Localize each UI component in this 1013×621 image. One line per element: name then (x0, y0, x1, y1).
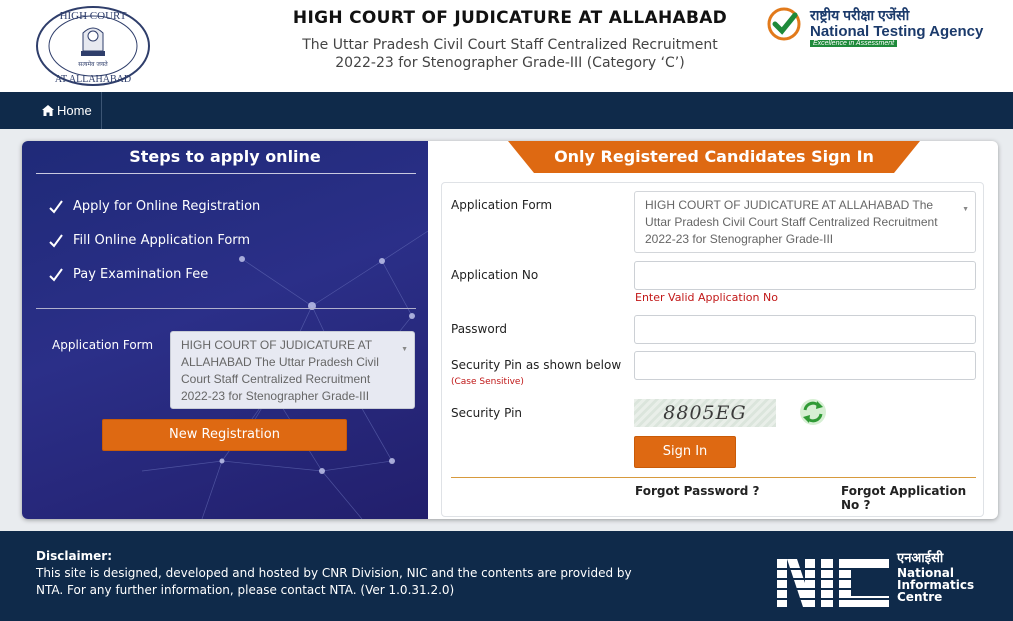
application-form-select-value: HIGH COURT OF JUDICATURE AT ALLAHABAD Th… (181, 338, 379, 403)
application-no-error: Enter Valid Application No (635, 291, 778, 304)
nta-check-icon (767, 7, 801, 41)
steps-panel: Steps to apply online Apply for Online R… (22, 141, 428, 519)
refresh-captcha-icon[interactable] (799, 398, 827, 426)
header: HIGH COURT AT ALLAHABAD सत्यमेव जयते HIG… (0, 0, 1013, 92)
divider (36, 308, 416, 309)
password-label: Password (451, 322, 508, 336)
step-item-label: Apply for Online Registration (73, 199, 261, 214)
step-item: Fill Online Application Form (49, 233, 250, 248)
nta-tagline: Excellence in Assessment (810, 40, 898, 47)
sign-in-button[interactable]: Sign In (634, 436, 736, 468)
seal-bottom-text: AT ALLAHABAD (55, 74, 131, 85)
new-registration-button[interactable]: New Registration (102, 419, 347, 451)
nic-logo-mark (777, 559, 889, 607)
signin-title: Only Registered Candidates Sign In (554, 147, 874, 166)
application-form-label: Application Form (52, 338, 154, 352)
nic-hindi-name: एनआईसी (897, 551, 944, 566)
nta-logo: राष्ट्रीय परीक्षा एजेंसी National Testin… (766, 4, 996, 50)
step-item: Pay Examination Fee (49, 267, 208, 282)
page-subtitle: The Uttar Pradesh Civil Court Staff Cent… (250, 36, 770, 72)
main-card: Steps to apply online Apply for Online R… (22, 141, 998, 519)
forgot-password-link[interactable]: Forgot Password ? (635, 484, 759, 498)
steps-title: Steps to apply online (129, 147, 321, 166)
step-item-label: Pay Examination Fee (73, 267, 209, 282)
captcha-image: 8805EG (634, 399, 776, 427)
signin-application-form-select[interactable]: HIGH COURT OF JUDICATURE AT ALLAHABAD Th… (634, 191, 976, 253)
dropdown-arrow-icon: ▼ (401, 346, 408, 353)
nic-name-line3: Centre (897, 590, 943, 604)
nic-name: एनआईसी National Informatics Centre (897, 551, 974, 604)
checkmark-icon (49, 267, 63, 282)
home-icon (42, 105, 54, 116)
nav-home-label: Home (57, 103, 92, 118)
application-no-input[interactable] (634, 261, 976, 290)
nta-name: National Testing Agency (810, 23, 984, 40)
divider (36, 173, 416, 174)
checkmark-icon (49, 233, 63, 248)
application-form-select[interactable]: HIGH COURT OF JUDICATURE AT ALLAHABAD Th… (170, 331, 415, 409)
signin-application-form-select-value: HIGH COURT OF JUDICATURE AT ALLAHABAD Th… (645, 198, 938, 246)
security-pin-label: Security Pin (451, 406, 523, 420)
nic-logo: एनआईसी National Informatics Centre (777, 551, 992, 609)
security-pin-shown-label: Security Pin as shown below (451, 358, 622, 372)
disclaimer-text: This site is designed, developed and hos… (36, 566, 632, 597)
nav-home-link[interactable]: Home (33, 92, 102, 129)
seal-motto: सत्यमेव जयते (78, 60, 108, 68)
captcha-text: 8805EG (663, 402, 747, 424)
divider (451, 477, 976, 478)
signin-form: Application Form HIGH COURT OF JUDICATUR… (441, 182, 984, 517)
password-input[interactable] (634, 315, 976, 344)
top-nav: Home (0, 92, 1013, 129)
high-court-seal-logo: HIGH COURT AT ALLAHABAD सत्यमेव जयते (36, 6, 150, 86)
page-subtitle-line2: 2022-23 for Stenographer Grade-III (Cate… (335, 55, 685, 71)
dropdown-arrow-icon: ▼ (962, 206, 969, 213)
disclaimer-title: Disclaimer: (36, 549, 113, 563)
step-item-label: Fill Online Application Form (73, 233, 251, 248)
footer: Disclaimer: This site is designed, devel… (0, 531, 1013, 621)
security-pin-input[interactable] (634, 351, 976, 380)
application-no-label: Application No (451, 268, 539, 282)
header-titles: HIGH COURT OF JUDICATURE AT ALLAHABAD Th… (250, 8, 770, 72)
forgot-application-no-link[interactable]: Forgot Application No ? (841, 484, 983, 512)
page-subtitle-line1: The Uttar Pradesh Civil Court Staff Cent… (302, 37, 718, 53)
step-item: Apply for Online Registration (49, 199, 260, 214)
seal-top-text: HIGH COURT (60, 10, 127, 22)
case-sensitive-note: (Case Sensitive) (451, 377, 524, 387)
network-background-graphic (141, 230, 428, 519)
checkmark-icon (49, 199, 63, 214)
application-form-label: Application Form (451, 198, 553, 212)
page-title: HIGH COURT OF JUDICATURE AT ALLAHABAD (292, 8, 728, 28)
